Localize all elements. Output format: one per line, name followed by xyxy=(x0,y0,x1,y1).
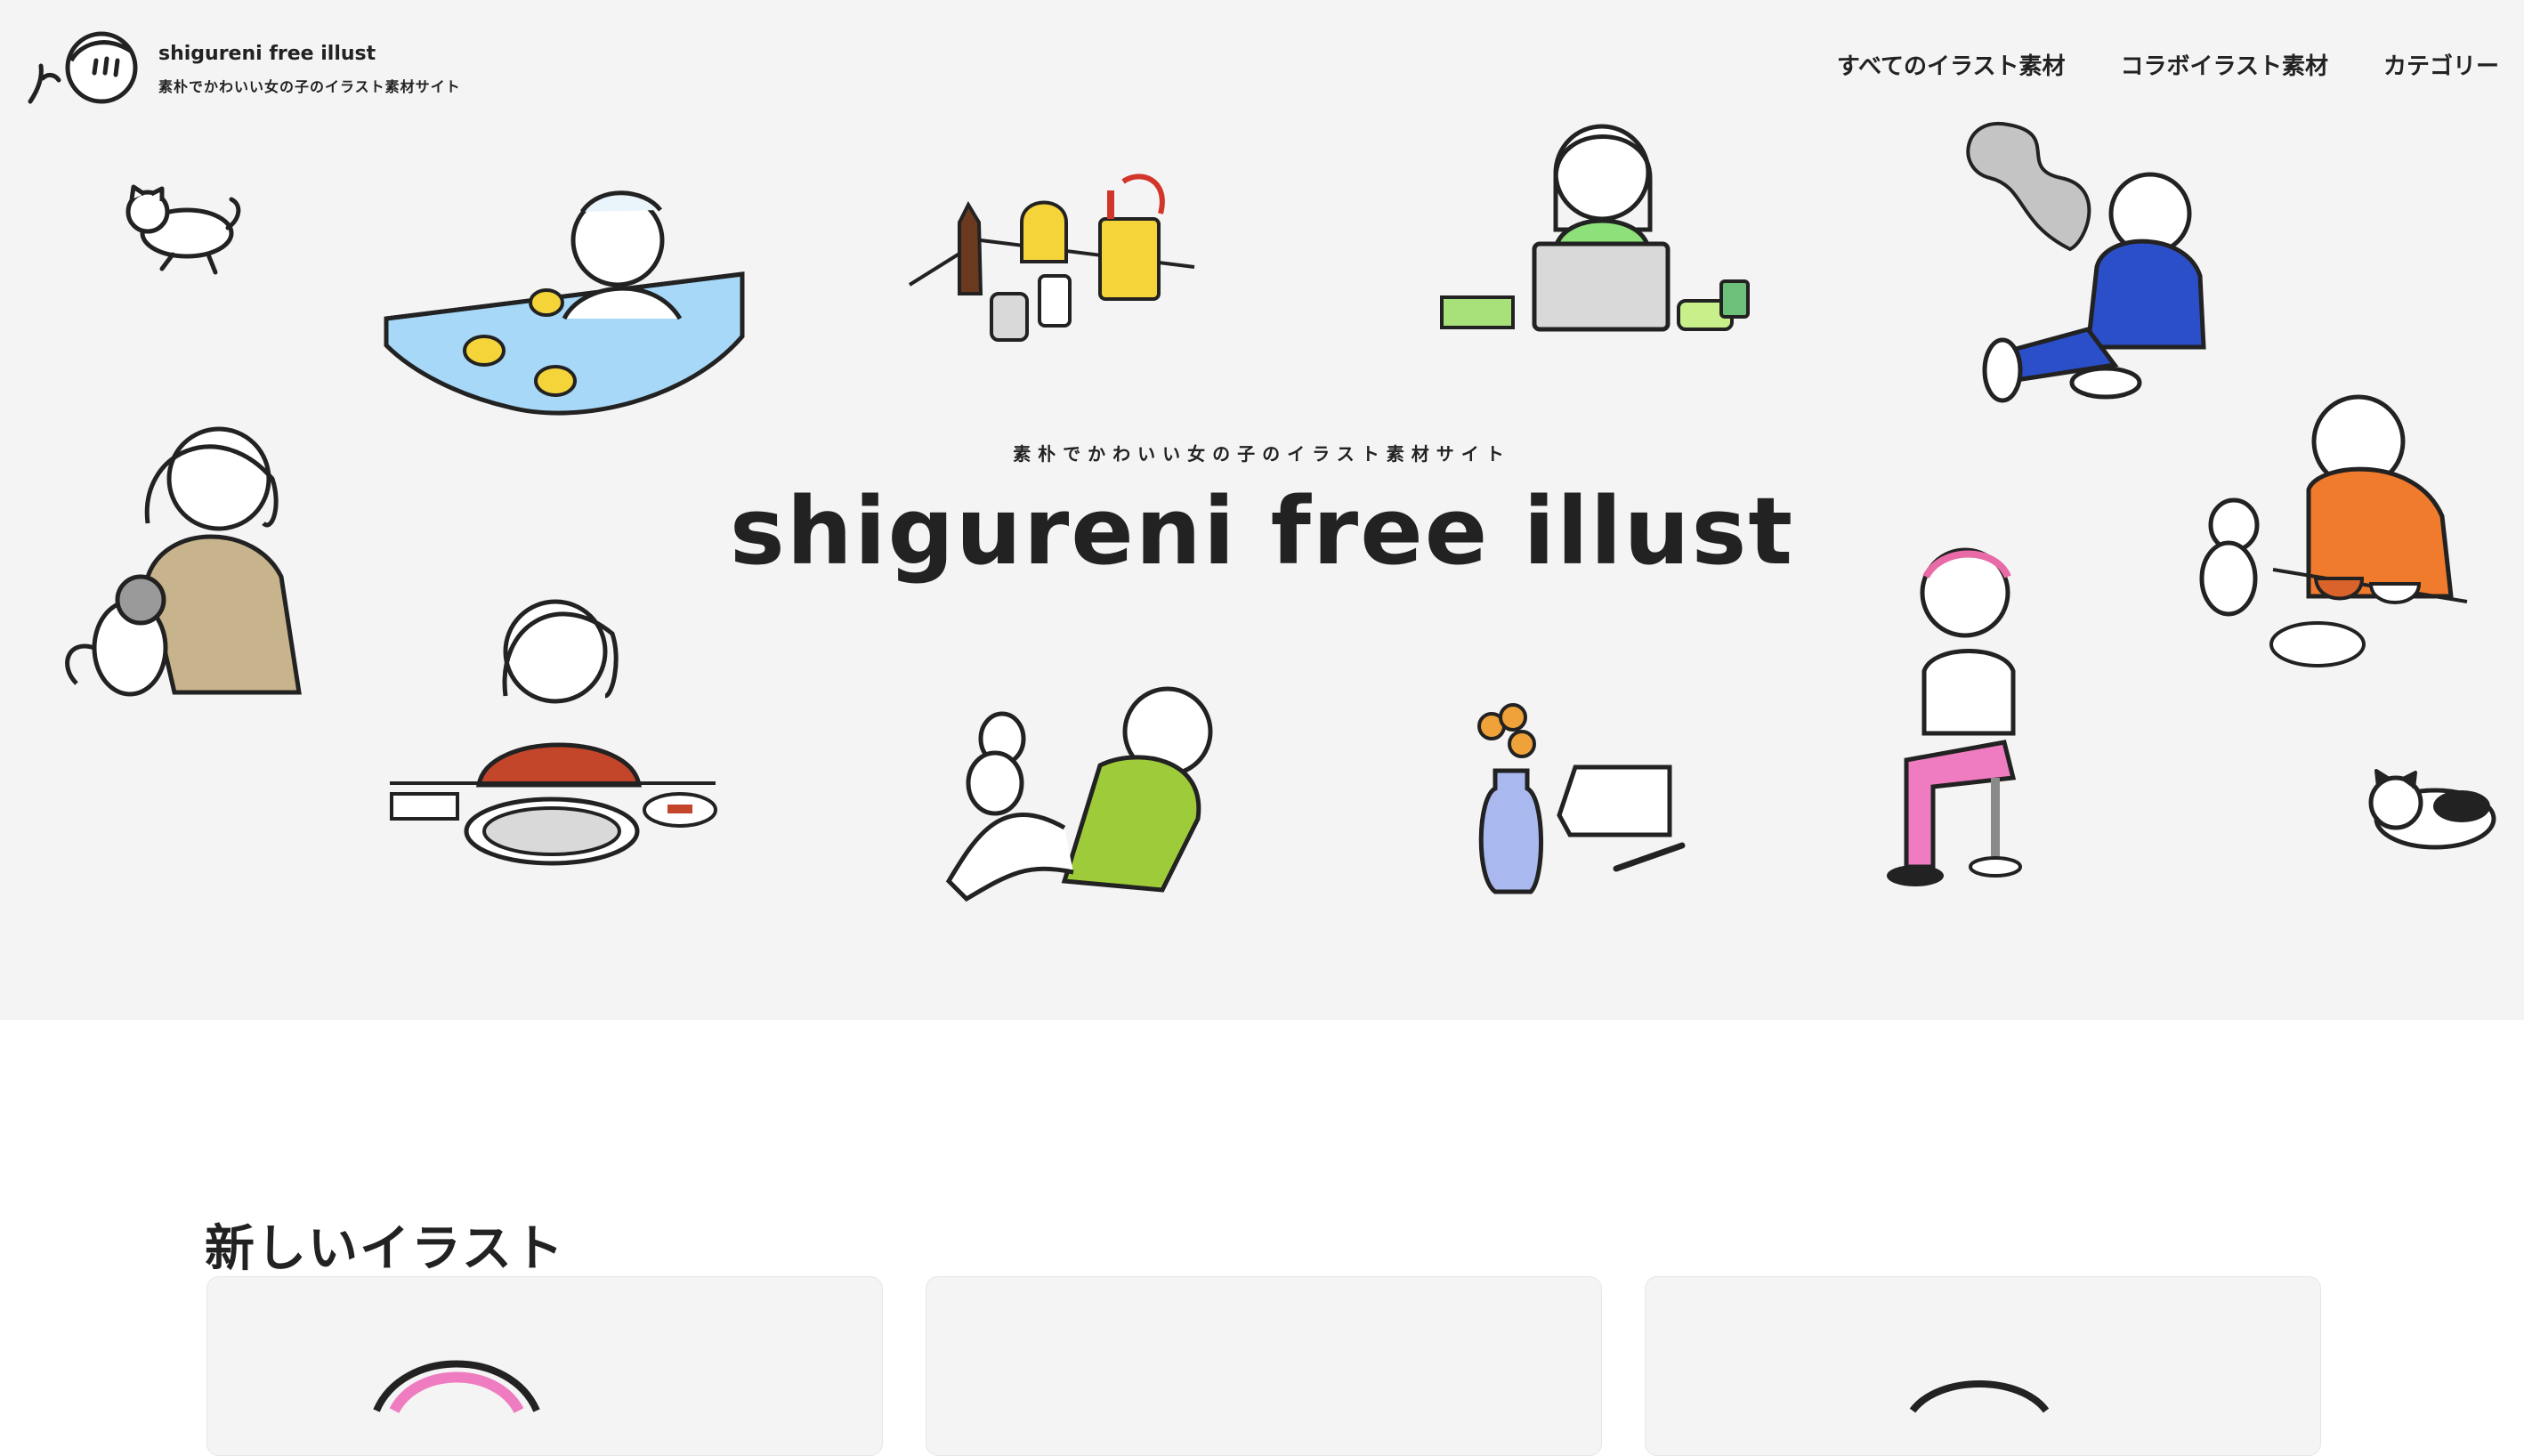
nav-categories[interactable]: カテゴリー xyxy=(2383,48,2499,81)
drinking-girl-on-stool-illustration[interactable] xyxy=(1880,546,2058,890)
card-thumbnail-image xyxy=(373,1360,540,1414)
card-thumbnail-image xyxy=(926,1277,1601,1420)
site-name[interactable]: shigureni free illust xyxy=(158,43,461,66)
cat-lying-illustration[interactable] xyxy=(119,183,244,281)
smoking-girl-illustration[interactable] xyxy=(1954,116,2221,409)
bath-girl-illustration[interactable] xyxy=(384,185,745,425)
card-thumbnail-image xyxy=(1909,1380,2050,1413)
hero-section: shigureni free illust 素朴でかわいい女の子のイラスト素材サ… xyxy=(0,0,2524,1020)
illustration-card[interactable] xyxy=(206,1276,883,1456)
main-nav: すべてのイラスト素材 コラボイラスト素材 カテゴリー xyxy=(1837,48,2499,81)
hero-title: shigureni free illust xyxy=(729,477,1795,586)
nav-collab-illustrations[interactable]: コラボイラスト素材 xyxy=(2121,48,2328,81)
site-tagline: 素朴でかわいい女の子のイラスト素材サイト xyxy=(158,78,461,96)
girl-face-icon xyxy=(28,31,138,104)
illustration-card[interactable] xyxy=(926,1276,1602,1456)
condiments-illustration[interactable] xyxy=(908,169,1198,356)
flowers-calendar-illustration[interactable] xyxy=(1460,700,1693,901)
site-logo[interactable]: shigureni free illust 素朴でかわいい女の子のイラスト素材サ… xyxy=(25,25,461,109)
yakiniku-girl-illustration[interactable] xyxy=(390,598,717,867)
laptop-girl-illustration[interactable] xyxy=(1440,123,1764,333)
nav-all-illustrations[interactable]: すべてのイラスト素材 xyxy=(1837,48,2066,81)
section-title-new-illustrations: 新しいイラスト xyxy=(205,1220,565,1279)
illustration-card[interactable] xyxy=(1645,1276,2321,1456)
relaxing-girl-with-cat-illustration[interactable] xyxy=(931,685,1244,913)
sleeping-cat-illustration[interactable] xyxy=(2364,765,2497,854)
hero-subtitle: 素朴でかわいい女の子のイラスト素材サイト xyxy=(1013,443,1511,465)
